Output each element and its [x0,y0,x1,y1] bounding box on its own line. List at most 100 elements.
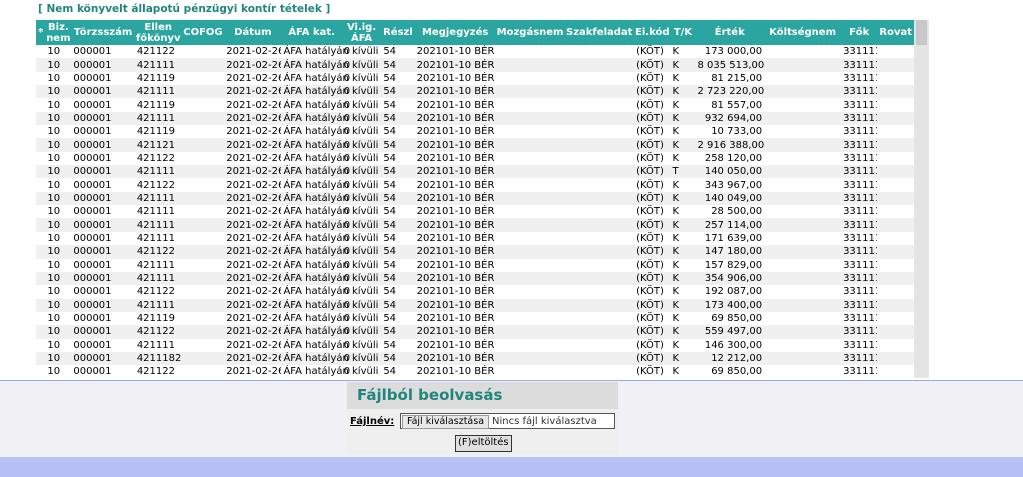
col-header-vi-ig-afa[interactable]: Vi.ig. ÁFA [341,20,382,45]
table-row[interactable]: 10 000001 421111 2021-02-26 ÁFA hatályán kív… [36,111,914,126]
col-header-megjegyzes[interactable]: Megjegyzés [414,20,496,45]
table-scrollbar[interactable] [914,20,929,378]
cell-t-k: T [670,165,696,179]
cell-ellen-fokonyv: 421111 [134,271,182,286]
cell-torzsszam: 000001 [71,45,135,59]
cell-megjegyzes: 202101-10 BÉR 130 [414,125,496,139]
col-header-koltsegnem[interactable]: Költségnem [764,20,842,45]
col-header-fok[interactable]: Fők [841,20,878,45]
cell-cofog [181,298,225,312]
cell-biz-nem: 10 [45,298,72,312]
file-name-label: Fájlnév: [350,416,395,427]
cell-reszl: 54 [381,125,415,139]
table-row[interactable]: 10 000001 4211182 2021-02-26 ÁFA hatályán kí… [36,351,914,366]
table-row[interactable]: 10 000001 421111 2021-02-26 ÁFA hatályán kív… [36,218,914,232]
cell-ertek: 8 035 513,00 [695,58,765,72]
choose-file-button[interactable]: Fájl kiválasztása [402,415,490,429]
cell-reszl: 54 [381,191,415,206]
cell-ei-kod: (KÖT) [634,231,671,246]
table-row[interactable]: 10 000001 421111 2021-02-26 ÁFA hatályán kív… [36,338,914,352]
cell-ertek: 69 850,00 [695,365,765,379]
cell-torzsszam: 000001 [71,138,135,152]
cell-rovat [877,258,914,272]
cell-rovat [877,178,914,192]
cell-ei-kod: (KÖT) [634,205,671,219]
kontir-table-container: * Biz. nem Törzsszám Ellen főkönyv COFOG… [36,20,929,379]
cell-select [36,165,46,179]
table-row[interactable]: 10 000001 421119 2021-02-26 ÁFA hatályán kív… [36,125,914,139]
col-header-reszl[interactable]: Részl [381,20,415,45]
col-header-t-k[interactable]: T/K [670,20,696,45]
cell-ei-kod: (KÖT) [634,258,671,272]
col-header-select[interactable]: * [36,20,46,45]
cell-reszl: 54 [381,218,415,232]
table-row[interactable]: 10 000001 421122 2021-02-26 ÁFA hatályán kív… [36,45,914,59]
table-row[interactable]: 10 000001 421119 2021-02-26 ÁFA hatályán kív… [36,71,914,86]
cell-select [36,231,46,246]
cell-koltsegnem [764,191,842,206]
col-header-torzsszam[interactable]: Törzsszám [71,20,135,45]
cell-fok: 331111 [841,285,878,299]
cell-reszl: 54 [381,165,415,179]
cell-megjegyzes: 202101-10 BÉR 130 [414,325,496,339]
cell-rovat [877,111,914,126]
table-row[interactable]: 10 000001 421111 2021-02-26 ÁFA hatályán kív… [36,85,914,99]
table-row[interactable]: 10 000001 421111 2021-02-26 ÁFA hatályán kív… [36,165,914,179]
cell-megjegyzes: 202101-10 BÉR 130 [414,258,496,272]
cell-cofog [181,338,225,352]
col-header-ertek[interactable]: Érték [695,20,765,45]
cell-afa-kat: ÁFA hatályán kívüli [281,98,379,112]
table-row[interactable]: 10 000001 421111 2021-02-26 ÁFA hatályán kív… [36,298,914,312]
table-row[interactable]: 10 000001 421122 2021-02-26 ÁFA hatályán kív… [36,151,914,166]
col-header-szakfeladat[interactable]: Szakfeladat [564,20,635,45]
cell-koltsegnem [764,365,842,379]
table-row[interactable]: 10 000001 421122 2021-02-26 ÁFA hatályán kív… [36,285,914,299]
col-header-datum[interactable]: Dátum [224,20,282,45]
cell-afa-kat: ÁFA hatályán kívüli [281,245,379,259]
cell-t-k: K [670,271,696,286]
cell-biz-nem: 10 [45,98,72,112]
file-input[interactable]: Fájl kiválasztása Nincs fájl kiválasztva [400,413,615,429]
cell-fok: 331111 [841,178,878,192]
table-row[interactable]: 10 000001 421122 2021-02-26 ÁFA hatályán kív… [36,245,914,259]
cell-torzsszam: 000001 [71,285,135,299]
table-row[interactable]: 10 000001 421111 2021-02-26 ÁFA hatályán kív… [36,191,914,206]
table-row[interactable]: 10 000001 421121 2021-02-26 ÁFA hatályán kív… [36,138,914,152]
col-header-rovat[interactable]: Rovat [877,20,914,45]
cell-ellen-fokonyv: 421119 [134,71,182,86]
scrollbar-thumb[interactable] [916,20,927,45]
cell-ertek: 173 000,00 [695,45,765,59]
cell-cofog [181,245,225,259]
table-row[interactable]: 10 000001 421119 2021-02-26 ÁFA hatályán kív… [36,98,914,112]
cell-rovat [877,298,914,312]
cell-select [36,258,46,272]
upload-button[interactable]: (F)eltöltés [455,435,512,452]
table-row[interactable]: 10 000001 421111 2021-02-26 ÁFA hatályán kív… [36,58,914,72]
col-header-ellen-fokonyv[interactable]: Ellen főkönyv [134,20,182,45]
table-row[interactable]: 10 000001 421122 2021-02-26 ÁFA hatályán kív… [36,178,914,192]
col-header-cofog[interactable]: COFOG [181,20,225,45]
table-row[interactable]: 10 000001 421119 2021-02-26 ÁFA hatályán kív… [36,311,914,326]
table-row[interactable]: 10 000001 421111 2021-02-26 ÁFA hatályán kív… [36,205,914,219]
cell-ei-kod: (KÖT) [634,125,671,139]
cell-megjegyzes: 202101-10 BÉR 130 [414,85,496,99]
cell-biz-nem: 10 [45,138,72,152]
cell-ertek: 258 120,00 [695,151,765,166]
cell-megjegyzes: 202101-10 BÉR 130 [414,245,496,259]
cell-mozgasnem [495,165,565,179]
col-header-afa-kat[interactable]: ÁFA kat. [281,20,342,45]
table-row[interactable]: 10 000001 421111 2021-02-26 ÁFA hatályán kív… [36,231,914,246]
cell-biz-nem: 10 [45,218,72,232]
table-row[interactable]: 10 000001 421122 2021-02-26 ÁFA hatályán kív… [36,325,914,339]
col-header-ei-kod[interactable]: Ei.kód [634,20,671,45]
cell-koltsegnem [764,138,842,152]
cell-afa-kat: ÁFA hatályán kívüli [281,218,379,232]
cell-t-k: K [670,298,696,312]
table-row[interactable]: 10 000001 421122 2021-02-26 ÁFA hatályán kív… [36,365,914,379]
cell-reszl: 54 [381,338,415,352]
table-row[interactable]: 10 000001 421111 2021-02-26 ÁFA hatályán kív… [36,271,914,286]
cell-torzsszam: 000001 [71,231,135,246]
col-header-mozgasnem[interactable]: Mozgásnem [495,20,565,45]
col-header-biz-nem[interactable]: Biz. nem [45,20,72,45]
table-row[interactable]: 10 000001 421111 2021-02-26 ÁFA hatályán kív… [36,258,914,272]
